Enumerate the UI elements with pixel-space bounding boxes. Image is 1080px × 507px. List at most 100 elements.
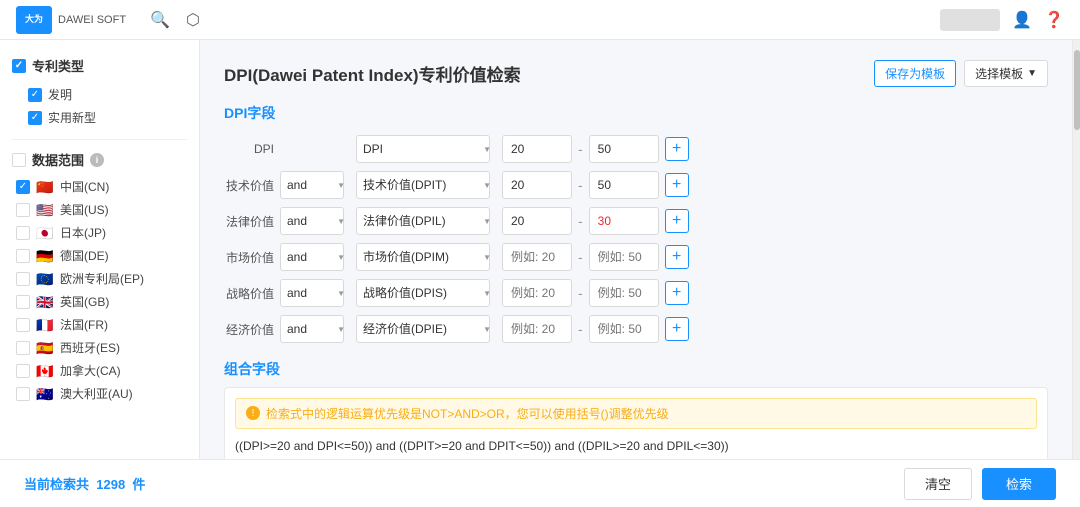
footer: 当前检索共 1298 件 清空 检索 (0, 459, 1080, 507)
connector-select-1[interactable]: andornot (280, 171, 344, 199)
max-input-2[interactable] (589, 207, 659, 235)
connector-select-2[interactable]: andornot (280, 207, 344, 235)
country-checkbox-7[interactable] (16, 341, 30, 355)
dpi-section-header: DPI字段 (224, 103, 1048, 123)
country-name-0: 中国(CN) (60, 178, 109, 195)
add-button-3[interactable]: + (665, 245, 689, 269)
cube-icon[interactable]: ⬡ (186, 10, 200, 30)
combo-box: ! 检索式中的逻辑运算优先级是NOT>AND>OR，您可以使用括号()调整优先级… (224, 387, 1048, 459)
patent-type-label: 专利类型 (32, 56, 84, 75)
search-icon[interactable]: 🔍 (150, 10, 170, 30)
field-row-2: 法律价值 andornot 法律价值(DPIL) - + (224, 207, 1048, 235)
country-checkbox-3[interactable] (16, 249, 30, 263)
count-value: 1298 (96, 477, 125, 492)
connector-select-4[interactable]: andornot (280, 279, 344, 307)
scrollbar[interactable] (1072, 40, 1080, 459)
min-input-2[interactable] (502, 207, 572, 235)
select-template-button[interactable]: 选择模板 ▼ (964, 60, 1048, 87)
help-icon[interactable]: ❓ (1044, 10, 1064, 30)
field-select-1[interactable]: 技术价值(DPIT) (356, 171, 490, 199)
field-select-5[interactable]: 经济价值(DPIE) (356, 315, 490, 343)
country-item-3[interactable]: 🇩🇪 德国(DE) (12, 244, 187, 267)
invention-checkbox[interactable] (28, 88, 42, 102)
dash-0: - (578, 141, 583, 157)
footer-count: 当前检索共 1298 件 (24, 474, 904, 493)
country-item-5[interactable]: 🇬🇧 英国(GB) (12, 290, 187, 313)
flag-5: 🇬🇧 (36, 296, 54, 308)
connector-select-5[interactable]: andornot (280, 315, 344, 343)
field-select-4[interactable]: 战略价值(DPIS) (356, 279, 490, 307)
flag-3: 🇩🇪 (36, 250, 54, 262)
clear-button[interactable]: 清空 (904, 468, 972, 500)
max-input-0[interactable] (589, 135, 659, 163)
search-button[interactable]: 检索 (982, 468, 1056, 500)
min-input-1[interactable] (502, 171, 572, 199)
country-item-4[interactable]: 🇪🇺欧洲专利局(EP) (12, 267, 187, 290)
country-item-7[interactable]: 🇪🇸西班牙(ES) (12, 336, 187, 359)
count-unit: 件 (132, 477, 145, 492)
country-item-2[interactable]: 🇯🇵日本(JP) (12, 221, 187, 244)
country-item-1[interactable]: 🇺🇸美国(US) (12, 198, 187, 221)
add-button-0[interactable]: + (665, 137, 689, 161)
combo-expression[interactable]: ((DPI>=20 and DPI<=50)) and ((DPIT>=20 a… (235, 437, 1037, 459)
header: 大为 DAWEI SOFT 🔍 ⬡ 👤 ❓ (0, 0, 1080, 40)
avatar (940, 9, 1000, 31)
country-name-4: 欧洲专利局(EP) (60, 270, 144, 287)
country-item-9[interactable]: 🇦🇺澳大利亚(AU) (12, 382, 187, 405)
connector-select-3[interactable]: andornot (280, 243, 344, 271)
country-name-5: 英国(GB) (60, 293, 109, 310)
country-checkbox-2[interactable] (16, 226, 30, 240)
min-input-0[interactable] (502, 135, 572, 163)
content-area: DPI(Dawei Patent Index)专利价值检索 保存为模板 选择模板… (200, 40, 1072, 459)
utility-item[interactable]: 实用新型 (12, 106, 187, 129)
country-name-2: 日本(JP) (60, 224, 106, 241)
country-name-6: 法国(FR) (60, 316, 108, 333)
field-label-3: 市场价值 (224, 249, 274, 266)
patent-type-section: 专利类型 (12, 56, 187, 75)
user-icon[interactable]: 👤 (1012, 10, 1032, 30)
min-input-5[interactable] (502, 315, 572, 343)
sidebar-divider (12, 139, 187, 140)
field-select-0[interactable]: DPI (356, 135, 490, 163)
invention-label: 发明 (48, 86, 72, 103)
dash-2: - (578, 213, 583, 229)
country-checkbox-5[interactable] (16, 295, 30, 309)
add-button-4[interactable]: + (665, 281, 689, 305)
add-button-1[interactable]: + (665, 173, 689, 197)
country-item-8[interactable]: 🇨🇦加拿大(CA) (12, 359, 187, 382)
save-template-button[interactable]: 保存为模板 (874, 60, 956, 87)
country-item-6[interactable]: 🇫🇷法国(FR) (12, 313, 187, 336)
country-name-7: 西班牙(ES) (60, 339, 120, 356)
fields-container: DPIDPI-+技术价值andornot技术价值(DPIT)-+法律价值ando… (224, 135, 1048, 343)
data-range-label: 数据范围 (32, 150, 84, 169)
utility-checkbox[interactable] (28, 111, 42, 125)
max-input-5[interactable] (589, 315, 659, 343)
patent-type-checkbox[interactable] (12, 59, 26, 73)
country-name-1: 美国(US) (60, 201, 109, 218)
max-input-1[interactable] (589, 171, 659, 199)
country-item-0[interactable]: 🇨🇳中国(CN) (12, 175, 187, 198)
country-checkbox-0[interactable] (16, 180, 30, 194)
country-checkbox-9[interactable] (16, 387, 30, 401)
dash-1: - (578, 177, 583, 193)
data-range-section: 数据范围 i (12, 150, 187, 169)
country-checkbox-1[interactable] (16, 203, 30, 217)
data-range-checkbox[interactable] (12, 153, 26, 167)
utility-label: 实用新型 (48, 109, 96, 126)
max-input-3[interactable] (589, 243, 659, 271)
add-button-5[interactable]: + (665, 317, 689, 341)
country-checkbox-4[interactable] (16, 272, 30, 286)
field-select-2[interactable]: 法律价值(DPIL) (356, 207, 490, 235)
min-input-3[interactable] (502, 243, 572, 271)
field-select-3[interactable]: 市场价值(DPIM) (356, 243, 490, 271)
min-input-4[interactable] (502, 279, 572, 307)
invention-item[interactable]: 发明 (12, 83, 187, 106)
add-button-2[interactable]: + (665, 209, 689, 233)
country-checkbox-6[interactable] (16, 318, 30, 332)
country-name-3: 德国(DE) (60, 247, 109, 264)
max-input-4[interactable] (589, 279, 659, 307)
page-title-bar: DPI(Dawei Patent Index)专利价值检索 保存为模板 选择模板… (224, 60, 1048, 87)
country-checkbox-8[interactable] (16, 364, 30, 378)
scrollbar-thumb[interactable] (1074, 50, 1080, 130)
field-label-2: 法律价值 (224, 213, 274, 230)
